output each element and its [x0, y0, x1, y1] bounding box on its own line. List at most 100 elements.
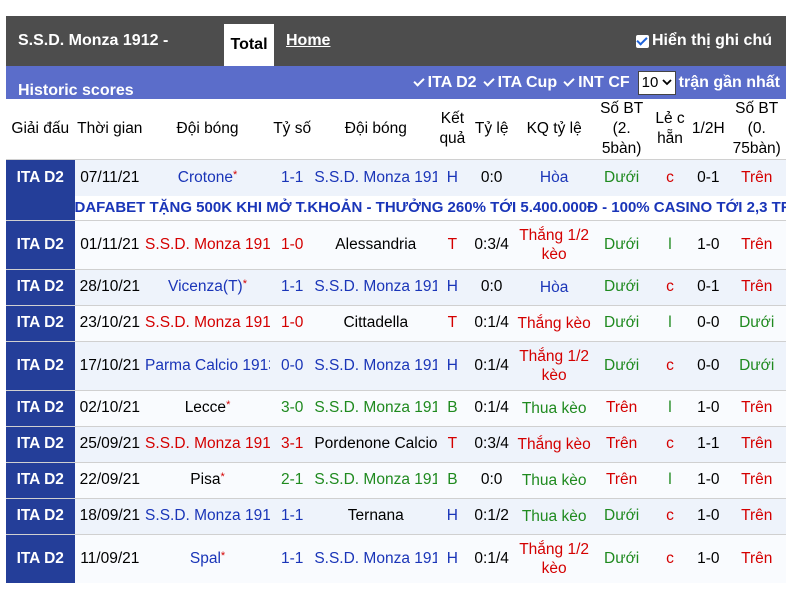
- home-team-name[interactable]: Lecce: [185, 399, 226, 416]
- checkbox-icon[interactable]: [636, 34, 649, 48]
- show-notes-toggle[interactable]: Hiển thị ghi chú: [636, 16, 772, 66]
- home-team-cell[interactable]: Vicenza(T)*: [145, 269, 270, 305]
- home-team-cell[interactable]: Spal*: [145, 534, 270, 583]
- goals-25-cell: Dưới: [592, 498, 651, 534]
- ratio-result-cell: Thắng kèo: [515, 305, 593, 341]
- score-cell[interactable]: 2-1: [270, 462, 315, 498]
- away-team-cell[interactable]: Ternana: [314, 498, 438, 534]
- filter-ita-d2[interactable]: ITA D2: [413, 74, 477, 92]
- home-team-cell[interactable]: Crotone*: [145, 159, 270, 196]
- match-count-select[interactable]: 10: [637, 70, 676, 95]
- score-cell[interactable]: 1-1: [270, 534, 315, 583]
- date-cell: 25/09/21: [74, 426, 146, 462]
- away-team-cell[interactable]: Cittadella: [314, 305, 438, 341]
- away-team-cell[interactable]: Alessandria: [314, 220, 438, 269]
- table-row: ITA D223/10/21S.S.D. Monza 1912*1-0 Citta…: [6, 305, 786, 341]
- home-team-cell[interactable]: Parma Calcio 1913*: [145, 341, 270, 390]
- league-cell[interactable]: ITA D2: [6, 159, 75, 196]
- home-team-cell[interactable]: Pisa*: [145, 462, 270, 498]
- caption-cut: [0, 588, 800, 600]
- score-cell[interactable]: 1-0: [270, 305, 315, 341]
- odd-even-cell: c: [650, 534, 690, 583]
- home-team-cell[interactable]: S.S.D. Monza 1912*: [145, 220, 270, 269]
- away-team-name[interactable]: S.S.D. Monza 1912: [314, 278, 437, 295]
- away-team-name[interactable]: Pordenone Calcio SSD: [314, 435, 437, 452]
- away-team-cell[interactable]: S.S.D. Monza 1912: [314, 390, 438, 426]
- home-team-name[interactable]: Crotone: [178, 169, 233, 186]
- score-cell[interactable]: 3-0: [270, 390, 315, 426]
- col-home: Đội bóng: [145, 99, 270, 160]
- league-cell[interactable]: ITA D2: [6, 462, 75, 498]
- tab-bar: S.S.D. Monza 1912 - Historic scores Tota…: [6, 16, 786, 99]
- home-team-name[interactable]: S.S.D. Monza 1912: [145, 314, 270, 331]
- away-team-name[interactable]: S.S.D. Monza 1912: [314, 357, 437, 374]
- score-cell[interactable]: 1-1: [270, 498, 315, 534]
- home-team-name[interactable]: Pisa: [190, 471, 220, 488]
- goals-25-cell: Dưới: [592, 305, 651, 341]
- table-row: ITA D2 02/10/21 Lecce* 3-0 S.S.D. Monza 1912…: [6, 390, 786, 426]
- home-team-name[interactable]: S.S.D. Monza 1912: [145, 435, 270, 452]
- away-team-cell[interactable]: S.S.D. Monza 1912: [314, 534, 438, 583]
- home-team-name[interactable]: Spal: [190, 550, 221, 567]
- home-team-cell[interactable]: S.S.D. Monza 1912*: [145, 498, 270, 534]
- league-cell[interactable]: ITA D2: [6, 269, 75, 305]
- away-team-name[interactable]: Alessandria: [335, 236, 416, 253]
- col-odd-even: Lẻ c hẵn: [650, 99, 690, 160]
- date-cell: 02/10/21: [74, 390, 146, 426]
- away-team-name[interactable]: Ternana: [348, 507, 404, 524]
- away-team-cell[interactable]: Pordenone Calcio SSD: [314, 426, 438, 462]
- col-score: Tỷ số: [270, 99, 315, 160]
- home-team-cell[interactable]: S.S.D. Monza 1912*: [145, 305, 270, 341]
- table-row: ITA D2 22/09/21 Pisa* 2-1 S.S.D. Monza 1912 B…: [6, 462, 786, 498]
- home-team-name[interactable]: S.S.D. Monza 1912: [145, 507, 270, 524]
- home-team-name[interactable]: Parma Calcio 1913: [145, 357, 270, 374]
- show-notes-label: Hiển thị ghi chú: [652, 32, 772, 49]
- checkbox-icon[interactable]: [563, 76, 575, 89]
- promo-row[interactable]: DAFABET TẶNG 500K KHI MỞ T.KHOẢN - THƯỞN…: [6, 195, 786, 220]
- filter-ita-cup[interactable]: ITA Cup: [483, 74, 558, 92]
- promo-banner-link[interactable]: DAFABET TẶNG 500K KHI MỞ T.KHOẢN - THƯỞN…: [74, 195, 786, 220]
- home-team-name[interactable]: Vicenza(T): [168, 278, 243, 295]
- result-cell: T: [437, 305, 468, 341]
- col-half: 1/2H: [689, 99, 728, 160]
- star-icon: *: [242, 278, 247, 290]
- away-team-cell[interactable]: S.S.D. Monza 1912: [314, 462, 438, 498]
- tab-home[interactable]: Home: [286, 32, 330, 50]
- away-team-name[interactable]: Cittadella: [343, 314, 408, 331]
- checkbox-icon[interactable]: [413, 76, 425, 89]
- filter-int-cf[interactable]: INT CF: [563, 74, 630, 92]
- league-cell[interactable]: ITA D2: [6, 390, 75, 426]
- away-team-cell[interactable]: S.S.D. Monza 1912*: [314, 269, 438, 305]
- league-cell[interactable]: ITA D2: [6, 220, 75, 269]
- away-team-name[interactable]: S.S.D. Monza 1912: [314, 399, 437, 416]
- tab-total[interactable]: Total: [224, 24, 274, 66]
- result-cell: H: [437, 534, 468, 583]
- league-cell[interactable]: ITA D2: [6, 534, 75, 583]
- league-cell[interactable]: ITA D2: [6, 305, 75, 341]
- away-team-cell[interactable]: S.S.D. Monza 1912: [314, 341, 438, 390]
- ratio-cell: 0:1/4: [467, 305, 516, 341]
- home-team-name[interactable]: S.S.D. Monza 1912: [145, 236, 270, 253]
- score-cell[interactable]: 1-0: [270, 220, 315, 269]
- score-cell[interactable]: 0-0: [270, 341, 315, 390]
- ratio-cell: 0:3/4: [467, 426, 516, 462]
- score-cell[interactable]: 3-1: [270, 426, 315, 462]
- odd-even-cell: c: [650, 426, 690, 462]
- home-team-cell[interactable]: Lecce*: [145, 390, 270, 426]
- score-cell[interactable]: 1-1: [270, 269, 315, 305]
- away-team-cell[interactable]: S.S.D. Monza 1912: [314, 159, 438, 196]
- table-row: ITA D2 28/10/21 Vicenza(T)* 1-1 S.S.D. Monza…: [6, 269, 786, 305]
- checkbox-icon[interactable]: [483, 76, 495, 89]
- away-team-name[interactable]: S.S.D. Monza 1912: [314, 550, 437, 567]
- away-team-name[interactable]: S.S.D. Monza 1912: [314, 169, 437, 186]
- score-cell[interactable]: 1-1: [270, 159, 315, 196]
- home-team-cell[interactable]: S.S.D. Monza 1912*: [145, 426, 270, 462]
- goals-25-cell: Trên: [592, 426, 651, 462]
- league-cell[interactable]: ITA D2: [6, 341, 75, 390]
- odd-even-cell: l: [650, 305, 690, 341]
- away-team-name[interactable]: S.S.D. Monza 1912: [314, 471, 437, 488]
- match-count-value: 10: [641, 74, 659, 91]
- league-cell[interactable]: ITA D2: [6, 426, 75, 462]
- league-cell[interactable]: ITA D2: [6, 498, 75, 534]
- ratio-result-cell: Thắng 1/2 kèo: [515, 534, 593, 583]
